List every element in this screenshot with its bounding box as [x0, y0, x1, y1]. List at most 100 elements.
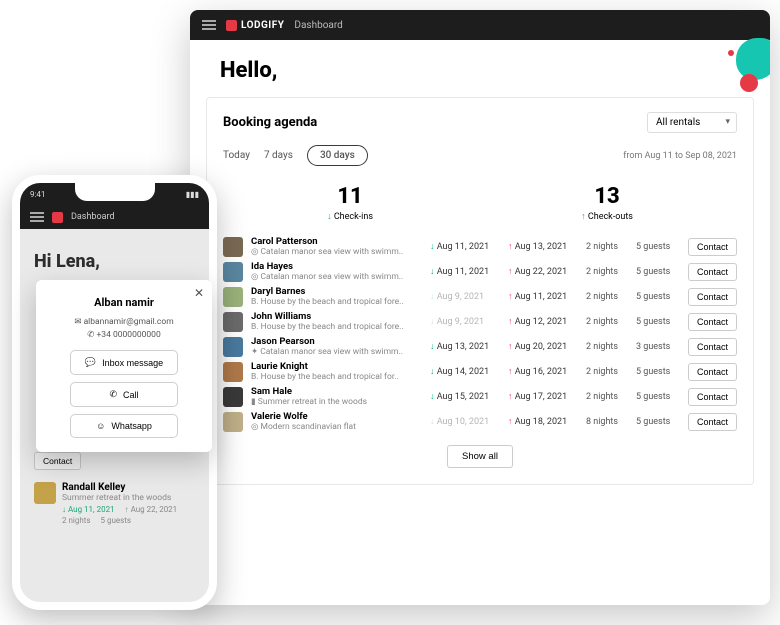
property-name: ◎ Catalan manor sea view with swimm..	[251, 272, 422, 282]
mobile-contact-button[interactable]: Contact	[34, 452, 81, 470]
logo-mark-icon	[226, 20, 237, 31]
nights: 2 nights	[586, 317, 628, 327]
guests: 5 guests	[636, 267, 680, 277]
checkin-date: Aug 11, 2021	[430, 266, 500, 277]
booking-row[interactable]: John Williams B. House by the beach and …	[223, 311, 737, 332]
mobile-booking-item[interactable]: Randall Kelley Summer retreat in the woo…	[34, 482, 195, 525]
guests: 5 guests	[636, 317, 680, 327]
checkout-date: Aug 18, 2021	[508, 416, 578, 427]
tab-30days[interactable]: 30 days	[307, 145, 368, 166]
booking-row[interactable]: Sam Hale ▮ Summer retreat in the woods A…	[223, 386, 737, 407]
checkins-count: 11	[327, 184, 373, 209]
mobile-nights: 2 nights	[62, 516, 91, 525]
booking-thumb-icon	[223, 387, 243, 407]
booking-row[interactable]: Daryl Barnes B. House by the beach and t…	[223, 286, 737, 307]
whatsapp-button[interactable]: ☺ Whatsapp	[70, 414, 178, 438]
checkin-date: Aug 9, 2021	[430, 291, 500, 302]
checkouts-label: Check-outs	[581, 211, 633, 222]
contact-button[interactable]: Contact	[688, 413, 737, 431]
booking-thumb-icon	[223, 262, 243, 282]
booking-rows: Carol Patterson ◎ Catalan manor sea view…	[223, 236, 737, 432]
phone-notch	[75, 183, 155, 201]
mobile-header: Dashboard	[20, 205, 209, 229]
mobile-checkout: ↑ Aug 22, 2021	[125, 505, 178, 514]
close-icon[interactable]: ✕	[194, 286, 204, 300]
whatsapp-icon: ☺	[96, 421, 105, 431]
checkout-date: Aug 12, 2021	[508, 316, 578, 327]
booking-row[interactable]: Ida Hayes ◎ Catalan manor sea view with …	[223, 261, 737, 282]
guest-name: Jason Pearson	[251, 336, 422, 347]
contact-button[interactable]: Contact	[688, 238, 737, 256]
guest-name: Daryl Barnes	[251, 286, 422, 297]
property-name: B. House by the beach and tropical for..	[251, 372, 422, 382]
status-time: 9:41	[30, 190, 45, 199]
contact-button[interactable]: Contact	[688, 363, 737, 381]
booking-row[interactable]: Carol Patterson ◎ Catalan manor sea view…	[223, 236, 737, 257]
guest-name: Ida Hayes	[251, 261, 422, 272]
tab-today[interactable]: Today	[223, 150, 250, 161]
mobile-menu-icon[interactable]	[30, 212, 44, 222]
checkin-date: Aug 9, 2021	[430, 316, 500, 327]
desktop-window: LODGIFY Dashboard Hello, Booking agenda …	[190, 10, 770, 605]
checkout-date: Aug 17, 2021	[508, 391, 578, 402]
call-button[interactable]: ✆ Call	[70, 382, 178, 407]
inbox-button[interactable]: 💬 Inbox message	[70, 350, 178, 375]
booking-row[interactable]: Valerie Wolfe ◎ Modern scandinavian flat…	[223, 411, 737, 432]
decor-splat-red-small	[728, 50, 734, 56]
booking-thumb-icon	[223, 412, 243, 432]
header-section: Dashboard	[294, 20, 342, 31]
booking-thumb-icon	[223, 337, 243, 357]
guests: 5 guests	[636, 292, 680, 302]
checkin-date: Aug 14, 2021	[430, 366, 500, 377]
nights: 8 nights	[586, 417, 628, 427]
checkout-date: Aug 22, 2021	[508, 266, 578, 277]
guests: 3 guests	[636, 342, 680, 352]
checkin-date: Aug 13, 2021	[430, 341, 500, 352]
checkin-date: Aug 10, 2021	[430, 416, 500, 427]
app-header: LODGIFY Dashboard	[190, 10, 770, 40]
contact-button[interactable]: Contact	[688, 388, 737, 406]
guest-name: Sam Hale	[251, 386, 422, 397]
contact-button[interactable]: Contact	[688, 338, 737, 356]
checkout-date: Aug 16, 2021	[508, 366, 578, 377]
contact-button[interactable]: Contact	[688, 263, 737, 281]
status-icons: ▮▮▮	[186, 190, 199, 199]
nights: 2 nights	[586, 367, 628, 377]
booking-thumb-icon	[223, 312, 243, 332]
contact-button[interactable]: Contact	[688, 288, 737, 306]
booking-thumb-icon	[223, 362, 243, 382]
mobile-thumb-icon	[34, 482, 56, 504]
nights: 2 nights	[586, 267, 628, 277]
popover-name: Alban namir	[50, 296, 198, 309]
nights: 2 nights	[586, 392, 628, 402]
mobile-guests: 5 guests	[101, 516, 132, 525]
date-range: from Aug 11 to Sep 08, 2021	[623, 151, 737, 161]
booking-row[interactable]: Jason Pearson ✦ Catalan manor sea view w…	[223, 336, 737, 357]
contact-button[interactable]: Contact	[688, 313, 737, 331]
checkins-label: Check-ins	[327, 211, 373, 222]
tab-7days[interactable]: 7 days	[264, 150, 293, 161]
property-name: ◎ Modern scandinavian flat	[251, 422, 422, 432]
guest-name: Carol Patterson	[251, 236, 422, 247]
guest-name: Laurie Knight	[251, 361, 422, 372]
nights: 2 nights	[586, 242, 628, 252]
show-all-button[interactable]: Show all	[447, 445, 513, 468]
property-name: ◎ Catalan manor sea view with swimm..	[251, 247, 422, 257]
checkouts-count: 13	[581, 184, 633, 209]
checkin-date: Aug 15, 2021	[430, 391, 500, 402]
rentals-filter-select[interactable]: All rentals	[647, 112, 737, 133]
booking-thumb-icon	[223, 287, 243, 307]
menu-icon[interactable]	[202, 20, 216, 30]
booking-agenda-panel: Booking agenda All rentals Today 7 days …	[206, 97, 754, 485]
property-name: ▮ Summer retreat in the woods	[251, 397, 422, 407]
decor-splat-red	[740, 74, 758, 92]
rentals-filter-label: All rentals	[656, 117, 700, 128]
contact-popover: ✕ Alban namir ✉ albannamir@gmail.com ✆ +…	[36, 280, 212, 452]
panel-title: Booking agenda	[223, 115, 317, 130]
page-title: Hello,	[190, 40, 770, 97]
property-name: ✦ Catalan manor sea view with swimm..	[251, 347, 422, 357]
booking-row[interactable]: Laurie Knight B. House by the beach and …	[223, 361, 737, 382]
checkout-date: Aug 13, 2021	[508, 241, 578, 252]
mobile-checkin: ↓ Aug 11, 2021	[62, 505, 115, 514]
mobile-logo-icon	[52, 212, 63, 223]
